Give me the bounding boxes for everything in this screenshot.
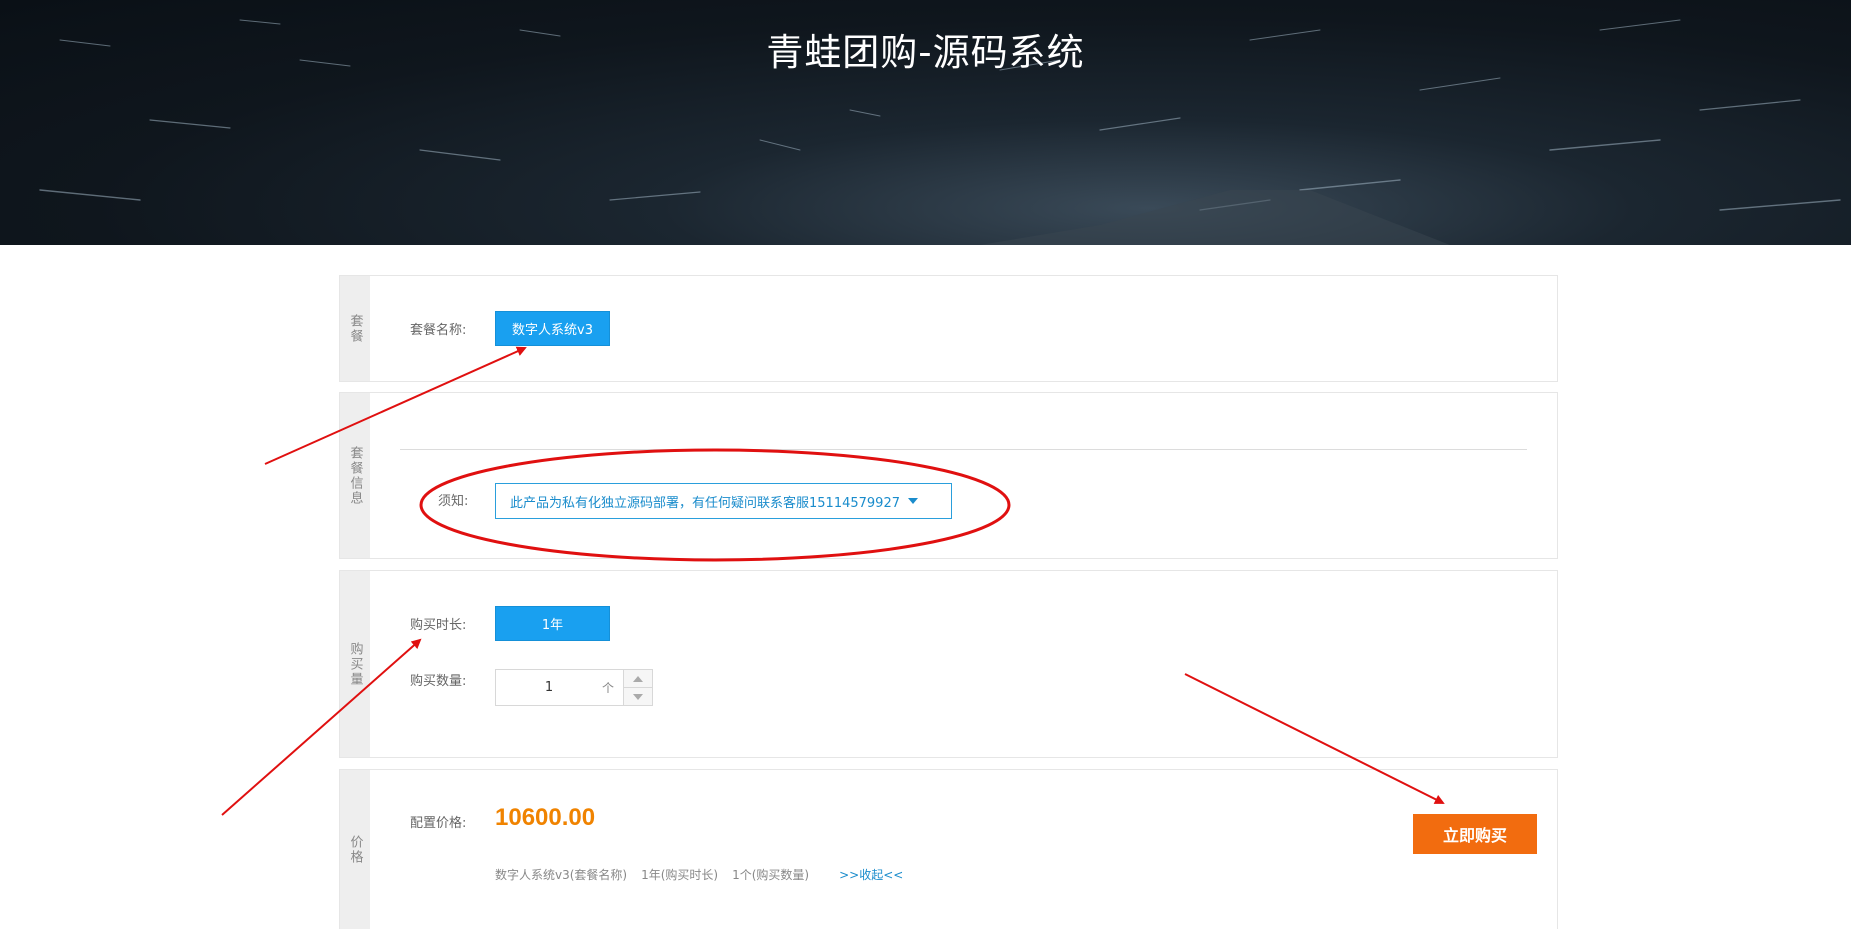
package-section: 套餐 套餐名称: 数字人系统v3 — [339, 275, 1558, 382]
quantity-stepper[interactable]: 1 个 — [495, 669, 653, 706]
notice-text: 此产品为私有化独立源码部署，有任何疑问联系客服15114579927 — [510, 495, 900, 511]
duration-option-button[interactable]: 1年 — [495, 606, 610, 641]
notice-label: 须知: — [438, 494, 469, 509]
price-section: 价格 配置价格: 10600.00 数字人系统v3(套餐名称) 1年(购买时长)… — [339, 769, 1558, 929]
stepper-arrows — [623, 670, 652, 705]
page-title: 青蛙团购-源码系统 — [766, 31, 1085, 74]
info-side-tab: 套餐信息 — [340, 393, 370, 558]
price-label: 配置价格: — [410, 816, 467, 831]
divider — [400, 449, 1527, 450]
summary-package: 数字人系统v3(套餐名称) — [495, 868, 628, 882]
caret-down-icon — [907, 498, 918, 504]
purchase-amount-section: 购买量 购买时长: 1年 购买数量: 1 个 — [339, 570, 1558, 758]
package-info-section: 套餐信息 须知: 此产品为私有化独立源码部署，有任何疑问联系客服15114579… — [339, 392, 1558, 559]
summary-quantity: 1个(购买数量) — [732, 868, 810, 882]
quantity-unit: 个 — [602, 681, 615, 695]
buy-now-button[interactable]: 立即购买 — [1413, 814, 1537, 854]
header-banner: 青蛙团购-源码系统 — [0, 0, 1851, 245]
order-summary: 数字人系统v3(套餐名称) 1年(购买时长) 1个(购买数量) >>收起<< — [495, 866, 903, 883]
summary-duration: 1年(购买时长) — [641, 868, 719, 882]
price-value: 10600.00 — [495, 804, 596, 831]
notice-dropdown[interactable]: 此产品为私有化独立源码部署，有任何疑问联系客服15114579927 — [495, 483, 952, 519]
duration-label: 购买时长: — [410, 618, 467, 633]
quantity-side-tab: 购买量 — [340, 571, 370, 757]
arrow-up-icon — [633, 675, 643, 682]
arrow-down-icon — [633, 693, 643, 700]
package-side-tab: 套餐 — [340, 276, 370, 381]
package-name-label: 套餐名称: — [410, 323, 467, 338]
increment-button[interactable] — [624, 670, 652, 688]
collapse-link[interactable]: >>收起<< — [839, 866, 903, 883]
package-option-button[interactable]: 数字人系统v3 — [495, 311, 610, 346]
price-side-tab: 价格 — [340, 770, 370, 929]
decrement-button[interactable] — [624, 688, 652, 705]
quantity-label: 购买数量: — [410, 674, 467, 689]
quantity-input[interactable]: 1 — [496, 670, 602, 705]
